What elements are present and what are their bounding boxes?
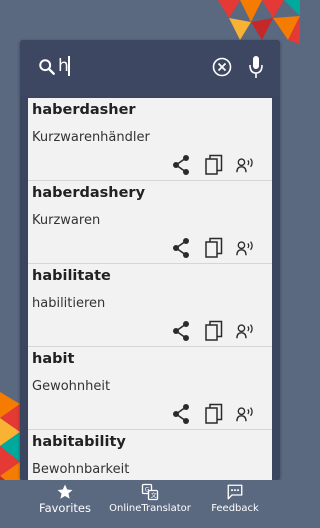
share-icon[interactable]	[171, 154, 191, 176]
copy-icon[interactable]	[204, 237, 224, 259]
list-item[interactable]: haberdasher Kurzwarenhändler	[28, 98, 272, 181]
share-icon[interactable]	[171, 237, 191, 259]
copy-icon[interactable]	[204, 403, 224, 425]
speak-icon[interactable]	[236, 403, 256, 425]
nav-favorites[interactable]: Favorites	[20, 480, 110, 528]
nav-online-translator-label: OnlineTranslator	[109, 503, 191, 514]
list-item[interactable]: habit Gewohnheit	[28, 347, 272, 430]
microphone-icon[interactable]	[248, 55, 264, 79]
nav-favorites-label: Favorites	[39, 501, 91, 515]
clear-icon[interactable]	[212, 57, 232, 77]
decorative-triangles-top-right	[218, 0, 300, 44]
feedback-icon	[227, 484, 243, 500]
search-icon[interactable]	[38, 58, 56, 76]
entry-word: haberdasher	[32, 102, 136, 118]
svg-text:G: G	[145, 486, 150, 493]
entry-translation: Kurzwaren	[32, 213, 101, 228]
text-cursor	[68, 56, 70, 76]
copy-icon[interactable]	[204, 320, 224, 342]
share-icon[interactable]	[171, 320, 191, 342]
dictionary-card: h haberdasher Kurzwarenhändler haberdash…	[20, 40, 280, 480]
entry-translation: Gewohnheit	[32, 379, 111, 394]
nav-online-translator[interactable]: G 文 OnlineTranslator	[105, 480, 195, 528]
translate-icon: G 文	[141, 483, 159, 501]
entry-word: haberdashery	[32, 185, 146, 201]
star-icon	[57, 484, 73, 499]
bottom-navigation: Favorites G 文 OnlineTranslator Feedback	[0, 480, 300, 528]
entry-word: habilitate	[32, 268, 111, 284]
entry-translation: Bewohnbarkeit	[32, 462, 130, 477]
nav-feedback-label: Feedback	[211, 503, 259, 514]
search-bar[interactable]: h	[20, 40, 280, 96]
list-item[interactable]: habitability Bewohnbarkeit	[28, 430, 272, 480]
entry-translation: habilitieren	[32, 296, 106, 311]
entry-word: habitability	[32, 434, 126, 450]
entry-translation: Kurzwarenhändler	[32, 130, 150, 145]
list-item[interactable]: habilitate habilitieren	[28, 264, 272, 347]
svg-text:文: 文	[151, 492, 157, 500]
share-icon[interactable]	[171, 403, 191, 425]
results-list: haberdasher Kurzwarenhändler haberdasher…	[28, 98, 272, 480]
nav-feedback[interactable]: Feedback	[190, 480, 280, 528]
speak-icon[interactable]	[236, 237, 256, 259]
list-item[interactable]: haberdashery Kurzwaren	[28, 181, 272, 264]
entry-word: habit	[32, 351, 75, 367]
copy-icon[interactable]	[204, 154, 224, 176]
speak-icon[interactable]	[236, 320, 256, 342]
speak-icon[interactable]	[236, 154, 256, 176]
